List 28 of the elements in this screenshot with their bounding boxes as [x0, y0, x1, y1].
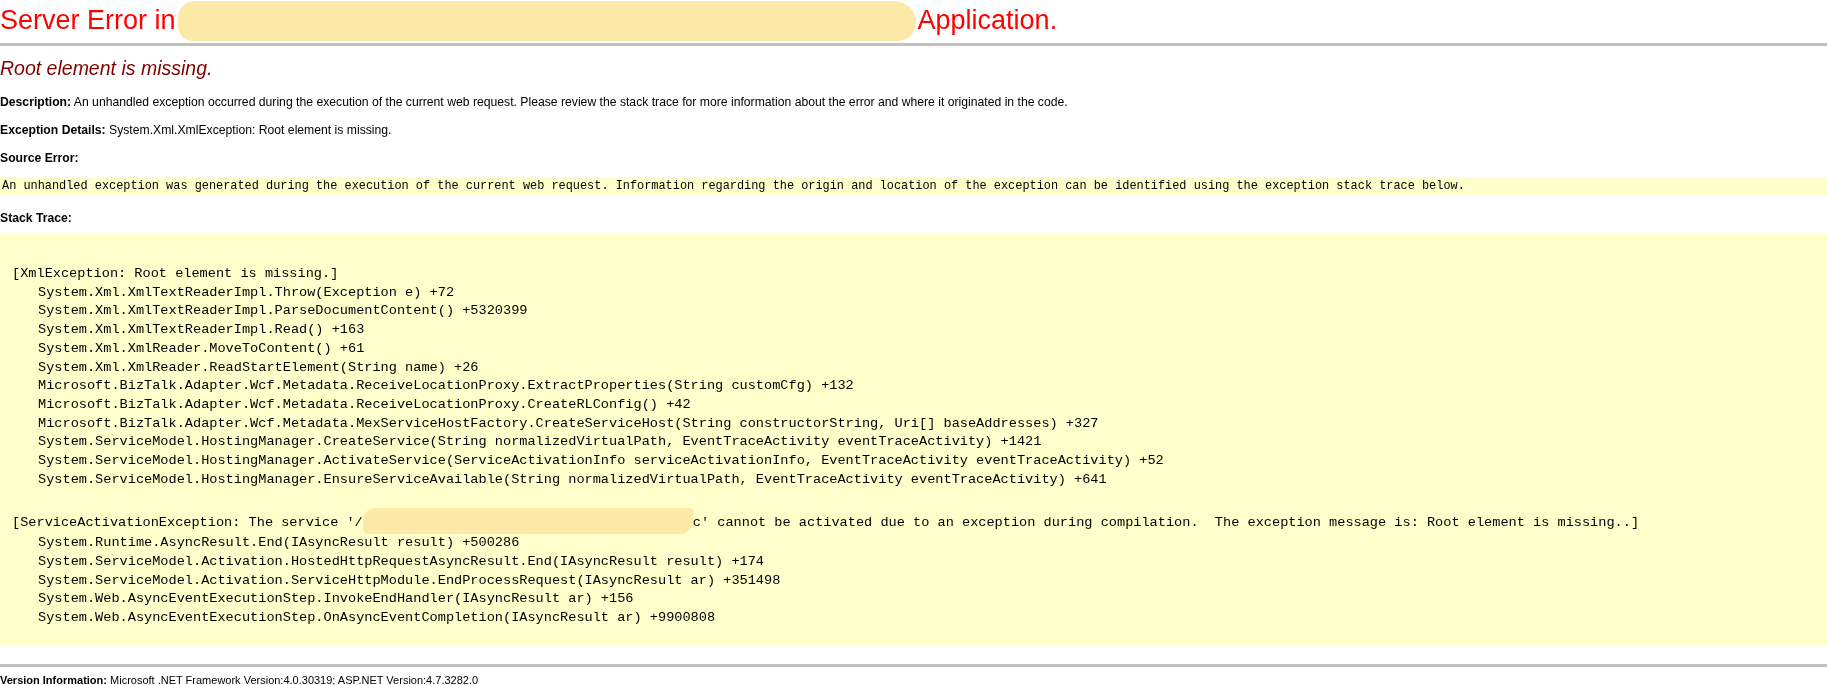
- stack-frame: System.Web.AsyncEventExecutionStep.OnAsyncEventCompletion(IAsyncResult ar) +9900808: [12, 608, 716, 628]
- source-error-text: An unhandled exception was generated during the execution of the current web request. Information regarding the origin and location of the exception can be identified using the exception stack trace below.: [0, 177, 1827, 195]
- version-information: Version Information: Microsoft .NET Framework Version:4.0.30319; ASP.NET Version:4.7.3282.0: [0, 673, 480, 685]
- section-heading: Source Error:: [0, 151, 80, 165]
- stack-frame: System.Xml.XmlTextReaderImpl.Read() +163: [12, 321, 365, 340]
- section-heading: Stack Trace:: [0, 211, 73, 225]
- exception-details: Exception Details: System.Xml.XmlException: Root element is missing.: [0, 123, 393, 137]
- stack-frame: System.Xml.XmlReader.MoveToContent() +61: [12, 339, 365, 359]
- stack-frame: System.ServiceModel.HostingManager.CreateService(String normalizedVirtualPath, EventTraceActivity eventTraceActivity) +1421: [12, 433, 1042, 453]
- stack-frame: System.Xml.XmlReader.ReadStartElement(String name) +26: [12, 358, 479, 378]
- exception-line: [XmlException: Root element is missing.]: [12, 265, 340, 283]
- stack-frame: System.ServiceModel.Activation.ServiceHttpModule.EndProcessRequest(IAsyncResult ar) +351498: [12, 571, 781, 591]
- stack-frame: Microsoft.BizTalk.Adapter.Wcf.Metadata.ReceiveLocationProxy.CreateRLConfig() +42: [12, 395, 691, 415]
- stack-frame: System.Runtime.AsyncResult.End(IAsyncResult result) +500286: [12, 534, 520, 553]
- description: Description: An unhandled exception occurred during the execution of the current web request. Please review the stack trace for more information about the error and where it originated in the code.: [0, 95, 1069, 109]
- page-title: Server Error in: [0, 5, 176, 36]
- stack-frame: Microsoft.BizTalk.Adapter.Wcf.Metadata.ReceiveLocationProxy.ExtractProperties(String customCfg) +132: [12, 377, 854, 396]
- stack-frame: System.ServiceModel.Activation.HostedHttpRequestAsyncResult.End(IAsyncResult result) +174: [12, 552, 765, 572]
- stack-frame: System.ServiceModel.HostingManager.EnsureServiceAvailable(String normalizedVirtualPath, EventTraceActivity eventTraceActivity) +641: [12, 470, 1107, 490]
- stack-frame: System.Xml.XmlTextReaderImpl.Throw(Exception e) +72: [12, 283, 455, 303]
- stack-frame: System.Web.AsyncEventExecutionStep.InvokeEndHandler(IAsyncResult ar) +156: [12, 590, 634, 609]
- exception-text: c' cannot be activated due to an exception during compilation. The exception message is: Root element is missing..]: [692, 515, 1640, 531]
- stack-frame: System.ServiceModel.HostingManager.ActivateService(ServiceActivationInfo serviceActivationInfo, EventTraceActivity eventTraceActivity) +52: [12, 452, 1164, 471]
- error-message: Root element is missing.: [0, 57, 214, 80]
- page-title: Application.: [917, 5, 1058, 36]
- exception-text: [ServiceActivationException: The service '/: [12, 515, 363, 531]
- stack-frame: Microsoft.BizTalk.Adapter.Wcf.Metadata.MexServiceHostFactory.CreateServiceHost(String constructorString, Uri[] baseAddresses) +327: [12, 414, 1099, 434]
- stack-frame: System.Xml.XmlTextReaderImpl.ParseDocumentContent() +5320399: [12, 302, 528, 322]
